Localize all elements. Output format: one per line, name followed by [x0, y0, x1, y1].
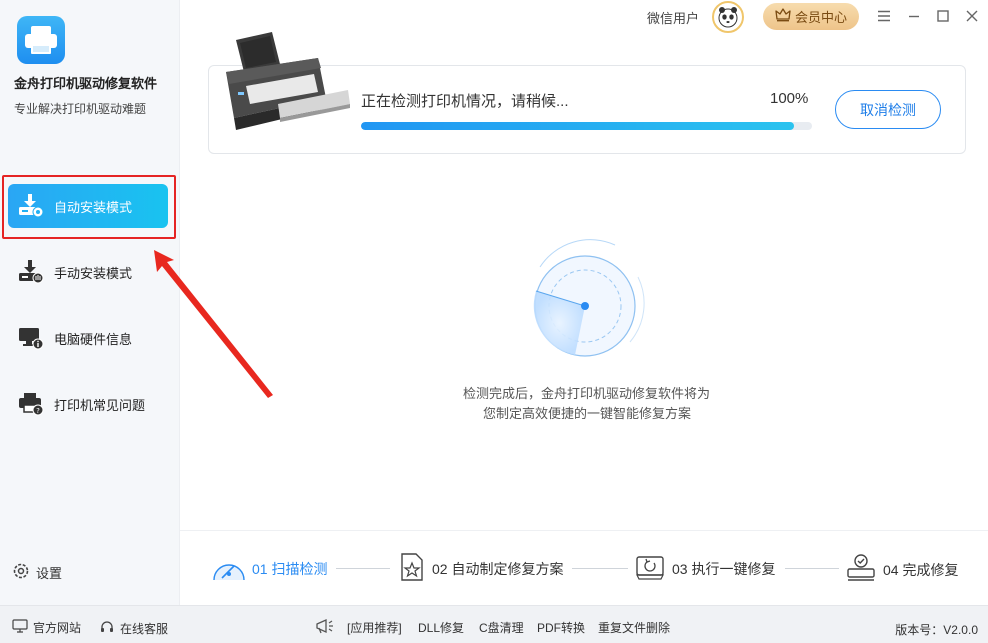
- cancel-scan-button[interactable]: 取消检测: [835, 90, 941, 129]
- complete-icon: [845, 552, 877, 587]
- steps-divider: [180, 530, 988, 531]
- manual-install-icon: [16, 257, 46, 287]
- repair-icon: [634, 552, 666, 585]
- svg-text:?: ?: [36, 407, 40, 415]
- printer-image: [226, 32, 350, 130]
- headset-icon: [99, 619, 115, 638]
- footer: 官方网站 在线客服 [应用推荐] DLL修复 C盘清理 PDF转换 重复文件删除…: [0, 605, 988, 643]
- online-support-link[interactable]: 在线客服: [99, 619, 168, 638]
- gear-icon: [12, 562, 30, 583]
- c-drive-clean-link[interactable]: C盘清理: [479, 619, 524, 636]
- minimize-icon[interactable]: [903, 5, 925, 27]
- scan-progress-bar: [361, 122, 812, 130]
- close-icon[interactable]: [961, 5, 983, 27]
- step-connector: [572, 568, 628, 569]
- app-recommend-label: [应用推荐]: [347, 621, 402, 635]
- step-label: 02 自动制定修复方案: [432, 560, 564, 577]
- sidebar-item-label: 电脑硬件信息: [54, 331, 133, 347]
- vip-label: 会员中心: [794, 10, 847, 25]
- step-connector: [336, 568, 390, 569]
- app-name: 金舟打印机驱动修复软件: [14, 76, 158, 91]
- step-label: 04 完成修复: [883, 561, 959, 578]
- settings-label: 设置: [36, 566, 63, 581]
- username[interactable]: 微信用户: [647, 8, 699, 27]
- scan-status-text: 正在检测打印机情况，请稍候...: [361, 93, 569, 110]
- step-connector: [785, 568, 839, 569]
- version-label: 版本号：V2.0.0: [895, 623, 978, 637]
- step-label: 01 扫描检测: [252, 560, 328, 577]
- step-label: 03 执行一键修复: [672, 560, 776, 577]
- sidebar-item-label: 打印机常见问题: [54, 397, 146, 413]
- radar-scan-graphic: [533, 239, 645, 357]
- step-plan: 02 自动制定修复方案: [398, 552, 563, 585]
- support-label: 在线客服: [120, 622, 169, 636]
- duplicate-file-delete-link[interactable]: 重复文件删除: [598, 619, 670, 636]
- website-icon: [12, 619, 28, 636]
- step-scan: 01 扫描检测: [212, 552, 327, 585]
- app-logo: [17, 16, 65, 64]
- pdf-convert-link[interactable]: PDF转换: [537, 619, 585, 636]
- maximize-icon[interactable]: [932, 5, 954, 27]
- official-website-link[interactable]: 官方网站: [12, 619, 81, 636]
- hardware-info-icon: [16, 323, 46, 353]
- highlight-box: [2, 175, 176, 239]
- scan-progress-fill: [361, 122, 794, 130]
- step-complete: 04 完成修复: [845, 552, 958, 587]
- sidebar-item-label: 手动安装模式: [54, 265, 133, 281]
- menu-icon[interactable]: [873, 5, 895, 27]
- scan-percent: 100%: [770, 90, 809, 107]
- description-line-1: 检测完成后，金舟打印机驱动修复软件将为: [463, 386, 711, 401]
- plan-icon: [398, 552, 426, 585]
- vip-center-button[interactable]: 会员中心: [763, 3, 859, 30]
- app-subtitle: 专业解决打印机驱动难题: [14, 102, 147, 116]
- description-line-2: 您制定高效便捷的一键智能修复方案: [483, 406, 692, 421]
- scan-icon: [212, 552, 246, 585]
- megaphone-icon: [314, 617, 336, 635]
- annotation-arrow: [154, 250, 273, 398]
- settings-button[interactable]: 设置: [12, 562, 62, 583]
- avatar[interactable]: [712, 1, 744, 33]
- printer-faq-icon: ?: [16, 389, 46, 419]
- dll-repair-link[interactable]: DLL修复: [418, 619, 464, 636]
- crown-icon: [775, 8, 791, 25]
- website-label: 官方网站: [33, 621, 82, 635]
- step-repair: 03 执行一键修复: [634, 552, 775, 585]
